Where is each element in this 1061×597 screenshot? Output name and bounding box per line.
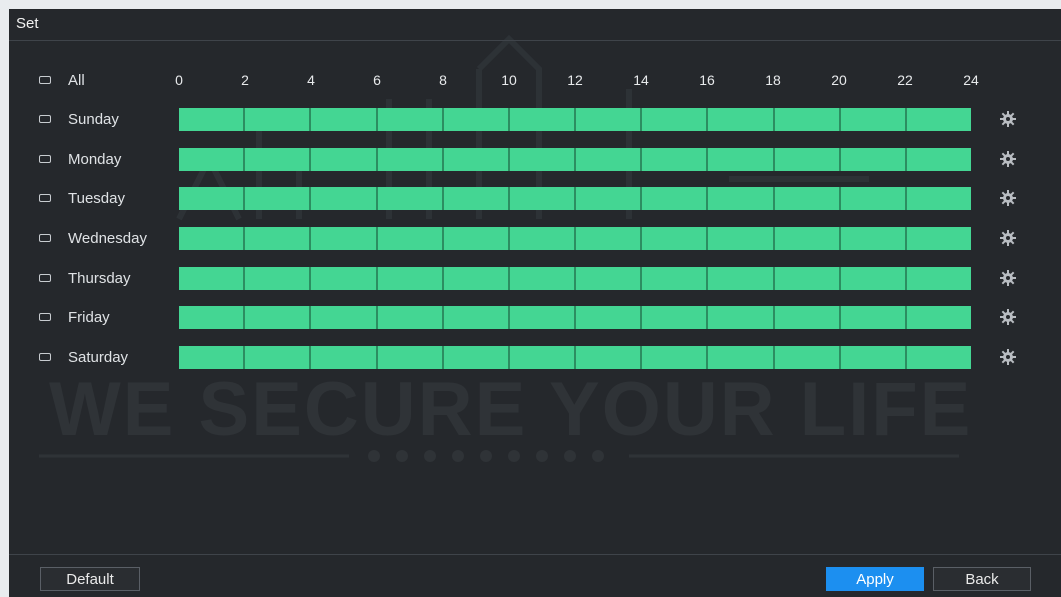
hour-label: 2: [241, 72, 249, 88]
timebar-wednesday[interactable]: [179, 227, 971, 250]
timebar-monday[interactable]: [179, 148, 971, 171]
day-checkbox[interactable]: [39, 234, 51, 242]
day-checkbox[interactable]: [39, 353, 51, 361]
timebar-sunday[interactable]: [179, 108, 971, 131]
day-label: Wednesday: [68, 229, 147, 247]
timebar-saturday[interactable]: [179, 346, 971, 369]
day-checkbox[interactable]: [39, 115, 51, 123]
all-label: All: [68, 71, 85, 89]
day-row-thursday[interactable]: Thursday: [39, 268, 131, 288]
day-checkbox[interactable]: [39, 313, 51, 321]
gear-icon[interactable]: [1000, 309, 1016, 325]
day-label: Friday: [68, 308, 110, 326]
watermark-skyline: [39, 34, 959, 462]
day-label: Saturday: [68, 348, 129, 366]
title-bar: Set: [9, 9, 1061, 41]
hour-label: 22: [897, 72, 913, 88]
hour-label: 12: [567, 72, 583, 88]
hour-label: 24: [963, 72, 979, 88]
day-row-friday[interactable]: Friday: [39, 307, 110, 327]
hour-label: 10: [501, 72, 517, 88]
hour-label: 16: [699, 72, 715, 88]
hour-label: 0: [175, 72, 183, 88]
day-row-saturday[interactable]: Saturday: [39, 347, 128, 367]
hour-label: 20: [831, 72, 847, 88]
all-checkbox[interactable]: [39, 76, 51, 84]
hour-label: 6: [373, 72, 381, 88]
day-checkbox[interactable]: [39, 194, 51, 202]
timebar-thursday[interactable]: [179, 267, 971, 290]
timebar-friday[interactable]: [179, 306, 971, 329]
gear-icon[interactable]: [1000, 151, 1016, 167]
hour-label: 8: [439, 72, 447, 88]
back-button[interactable]: Back: [933, 567, 1031, 591]
schedule-set-window: WE SECURE YOUR LIFE Set All 0 2 4 6 8 10…: [9, 9, 1061, 597]
day-row-sunday[interactable]: Sunday: [39, 109, 119, 129]
day-label: Monday: [68, 150, 122, 168]
watermark: WE SECURE YOUR LIFE: [9, 9, 1061, 597]
day-row-tuesday[interactable]: Tuesday: [39, 188, 125, 208]
gear-icon[interactable]: [1000, 349, 1016, 365]
day-checkbox[interactable]: [39, 155, 51, 163]
gear-icon[interactable]: [1000, 190, 1016, 206]
day-checkbox[interactable]: [39, 274, 51, 282]
gear-icon[interactable]: [1000, 230, 1016, 246]
hour-label: 4: [307, 72, 315, 88]
day-label: Sunday: [68, 110, 119, 128]
window-title: Set: [16, 15, 39, 32]
all-row[interactable]: All: [39, 70, 85, 90]
default-button[interactable]: Default: [40, 567, 140, 591]
watermark-text: WE SECURE YOUR LIFE: [49, 367, 973, 452]
day-label: Thursday: [68, 269, 131, 287]
day-row-monday[interactable]: Monday: [39, 149, 121, 169]
day-row-wednesday[interactable]: Wednesday: [39, 228, 147, 248]
apply-button[interactable]: Apply: [826, 567, 924, 591]
footer-divider: [9, 554, 1061, 555]
gear-icon[interactable]: [1000, 270, 1016, 286]
hour-label: 18: [765, 72, 781, 88]
hour-label: 14: [633, 72, 649, 88]
gear-icon[interactable]: [1000, 111, 1016, 127]
day-label: Tuesday: [68, 189, 125, 207]
timebar-tuesday[interactable]: [179, 187, 971, 210]
